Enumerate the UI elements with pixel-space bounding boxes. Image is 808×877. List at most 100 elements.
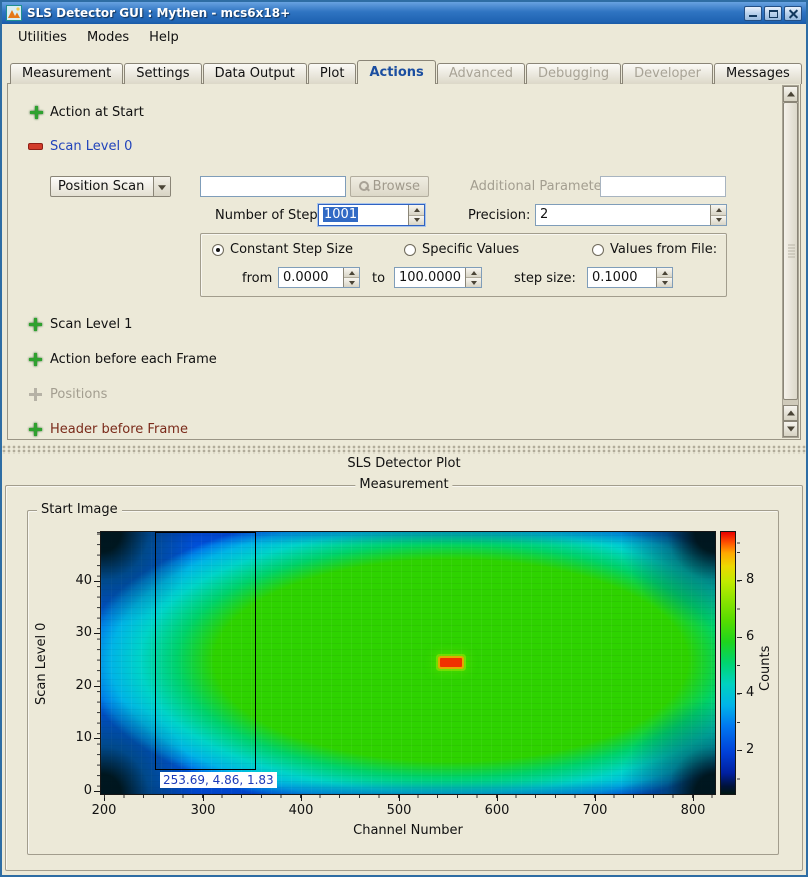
x-tick-label: 300 [183, 803, 223, 818]
tab-developer: Developer [622, 63, 713, 84]
tab-data-output[interactable]: Data Output [203, 63, 307, 84]
specific-values-label: Specific Values [422, 242, 519, 257]
scrollbar-thumb[interactable] [783, 102, 798, 400]
scan-level-1-label[interactable]: Scan Level 1 [50, 317, 132, 332]
from-label: from [242, 271, 272, 286]
heatmap-canvas[interactable]: 253.69, 4.86, 1.83 [100, 531, 716, 795]
spin-down-icon[interactable] [466, 277, 481, 287]
spin-up-icon[interactable] [344, 268, 359, 277]
heatmap-peak [440, 658, 462, 667]
colorbar-tick-label: 2 [746, 742, 754, 757]
number-of-steps-value[interactable]: 1001 [319, 205, 408, 225]
to-label: to [372, 271, 385, 286]
constant-step-size-radio[interactable]: Constant Step Size [212, 242, 353, 257]
positions-label: Positions [50, 387, 107, 402]
browse-button: Browse [350, 176, 429, 197]
spin-down-icon[interactable] [409, 215, 424, 226]
colorbar [720, 531, 736, 795]
expand-icon-action-before-frame[interactable] [29, 353, 42, 366]
spin-up-icon[interactable] [657, 268, 672, 277]
spin-up-icon[interactable] [466, 268, 481, 277]
measurement-group-title: Measurement [355, 477, 452, 492]
tab-messages[interactable]: Messages [714, 63, 802, 84]
tab-actions[interactable]: Actions [357, 60, 435, 84]
spin-down-icon[interactable] [657, 277, 672, 287]
y-tick-label: 30 [64, 625, 92, 640]
spin-up-icon[interactable] [409, 205, 424, 215]
tab-debugging: Debugging [526, 63, 621, 84]
chevron-down-icon[interactable] [153, 177, 170, 196]
precision-label: Precision: [468, 208, 530, 223]
window-controls [744, 6, 802, 21]
y-tick-label: 10 [64, 730, 92, 745]
constant-step-size-label: Constant Step Size [230, 242, 353, 257]
maximize-button[interactable] [764, 6, 782, 21]
expand-icon-action-at-start[interactable] [30, 106, 43, 119]
app-window: SLS Detector GUI : Mythen - mcs6x18+ Uti… [0, 0, 808, 877]
header-before-frame-label[interactable]: Header before Frame [50, 422, 188, 437]
spin-buttons [343, 268, 359, 287]
step-size-value[interactable]: 0.1000 [588, 268, 656, 287]
app-icon [6, 5, 22, 21]
action-before-each-frame-label[interactable]: Action before each Frame [50, 352, 217, 367]
x-tick-label: 500 [379, 803, 419, 818]
spin-buttons [710, 205, 726, 225]
colorbar-minor-ticks [737, 531, 740, 795]
minimize-button[interactable] [744, 6, 762, 21]
to-value[interactable]: 100.0000 [395, 268, 465, 287]
menu-modes[interactable]: Modes [77, 27, 139, 48]
values-from-file-radio[interactable]: Values from File: [592, 242, 717, 257]
browse-label: Browse [373, 179, 420, 194]
collapse-icon-scan-level-0[interactable] [29, 144, 42, 149]
spin-buttons [408, 205, 424, 225]
menu-help[interactable]: Help [139, 27, 189, 48]
scan-level-0-label[interactable]: Scan Level 0 [50, 139, 132, 154]
splitter-handle[interactable] [2, 445, 806, 454]
y-tick-label: 20 [64, 678, 92, 693]
scroll-down-icon[interactable] [783, 421, 798, 437]
spin-down-icon[interactable] [711, 215, 726, 226]
x-minor-ticks [100, 795, 716, 798]
tab-measurement[interactable]: Measurement [10, 63, 123, 84]
specific-values-radio[interactable]: Specific Values [404, 242, 519, 257]
scroll-up-icon[interactable] [783, 86, 798, 102]
colorbar-title: Counts [758, 613, 776, 723]
tab-settings[interactable]: Settings [124, 63, 201, 84]
actions-panel: Action at Start Scan Level 0 Position Sc… [7, 83, 801, 440]
vertical-scrollbar[interactable] [782, 85, 799, 438]
tab-plot[interactable]: Plot [308, 63, 357, 84]
zoom-selection-rect[interactable] [155, 532, 256, 770]
step-size-spinbox[interactable]: 0.1000 [587, 267, 673, 288]
number-of-steps-spinbox[interactable]: 1001 [318, 204, 425, 226]
expand-icon-scan-level-1[interactable] [29, 318, 42, 331]
spin-up-icon[interactable] [711, 205, 726, 215]
tab-advanced: Advanced [437, 63, 525, 84]
to-spinbox[interactable]: 100.0000 [394, 267, 482, 288]
x-tick-label: 600 [477, 803, 517, 818]
cursor-position-tooltip: 253.69, 4.86, 1.83 [160, 772, 277, 788]
precision-spinbox[interactable]: 2 [535, 204, 727, 226]
from-value[interactable]: 0.0000 [279, 268, 343, 287]
spin-down-icon[interactable] [344, 277, 359, 287]
menu-utilities[interactable]: Utilities [8, 27, 77, 48]
scan-mode-value: Position Scan [51, 179, 153, 194]
expand-icon-header-before-frame[interactable] [29, 423, 42, 436]
y-axis-title: Scan Level 0 [34, 574, 52, 754]
expand-icon-positions [29, 388, 42, 401]
radio-icon[interactable] [404, 244, 416, 256]
titlebar[interactable]: SLS Detector GUI : Mythen - mcs6x18+ [2, 2, 806, 24]
close-button[interactable] [784, 6, 802, 21]
spin-buttons [465, 268, 481, 287]
action-at-start-label[interactable]: Action at Start [50, 105, 144, 120]
colorbar-tick-label: 8 [746, 572, 754, 587]
precision-value[interactable]: 2 [536, 205, 710, 225]
step-size-label: step size: [514, 271, 576, 286]
tab-bar: Measurement Settings Data Output Plot Ac… [10, 60, 803, 84]
from-spinbox[interactable]: 0.0000 [278, 267, 360, 288]
radio-icon[interactable] [592, 244, 604, 256]
scroll-up-icon[interactable] [783, 405, 798, 421]
y-tick-label: 0 [64, 783, 92, 798]
scan-mode-combobox[interactable]: Position Scan [50, 176, 171, 197]
scan-script-input[interactable] [200, 176, 346, 197]
radio-icon[interactable] [212, 244, 224, 256]
